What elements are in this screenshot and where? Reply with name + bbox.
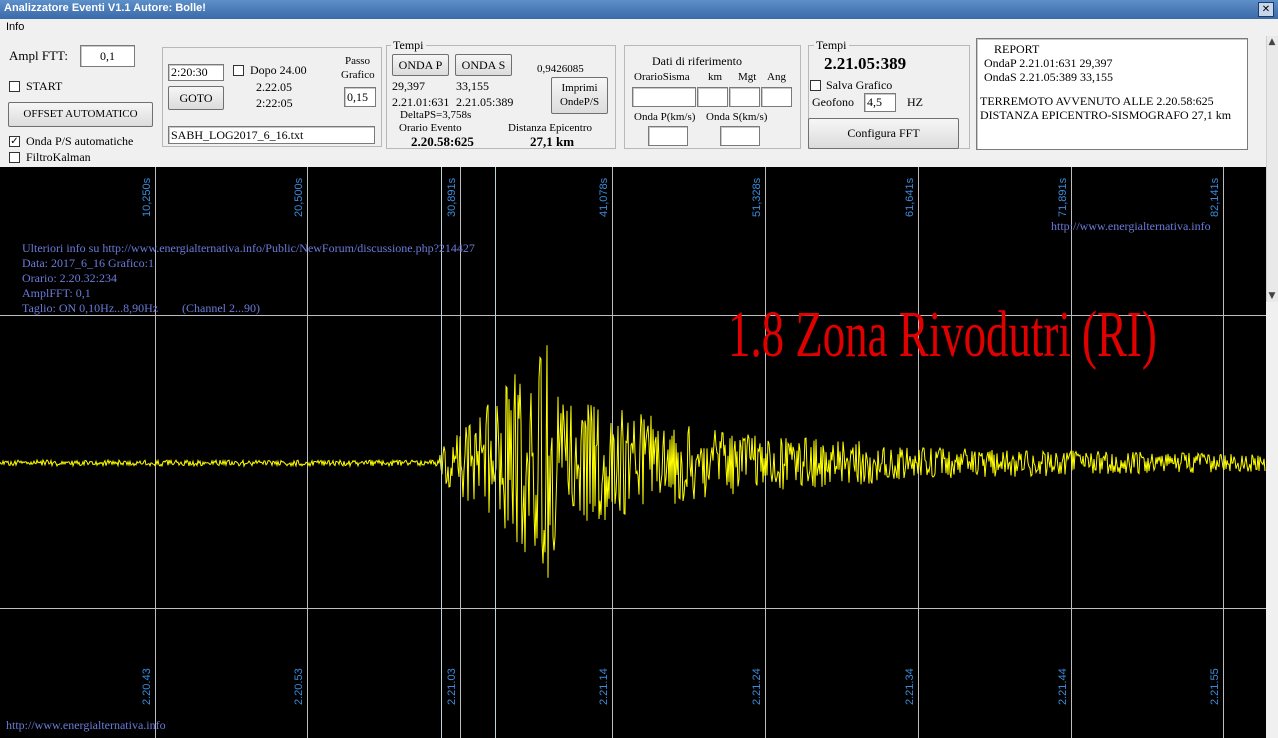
top-tick-3: 41,078s (598, 177, 610, 217)
tempi2-panel-title: Tempi (814, 38, 849, 53)
ang-input[interactable] (761, 87, 792, 107)
report-line-3: TERREMOTO AVVENUTO ALLE 2.20.58:625 (980, 94, 1214, 108)
goto-time-input[interactable]: 2:20:30 (168, 64, 224, 81)
window-title: Analizzatore Eventi V1.1 Autore: Bolle! (4, 2, 206, 14)
ampl-fft-label: Ampl FTT: (9, 48, 68, 63)
menu-item-info[interactable]: Info (6, 21, 24, 33)
plot-info-line-1: Ulteriori info su http://www.energialter… (22, 241, 475, 255)
goto-time-2: 2:22:05 (256, 96, 293, 110)
passo-grafico-input[interactable]: 0,15 (344, 87, 376, 107)
dopo-checkbox[interactable] (233, 65, 244, 76)
goto-button[interactable]: GOTO (168, 86, 224, 110)
bottom-tick-4: 2.21.24 (751, 668, 763, 705)
top-tick-7: 82,141s (1209, 177, 1221, 217)
filtro-kalman-checkbox[interactable] (9, 152, 20, 163)
plot-url-bottom[interactable]: http://www.energialternativa.info (6, 718, 166, 733)
close-button[interactable]: ✕ (1258, 2, 1274, 17)
onda-s-value: 33,155 (456, 79, 489, 93)
bottom-tick-1: 2.20.53 (293, 668, 305, 705)
onda-p-kms-input[interactable] (648, 126, 688, 146)
ampl-fft-input[interactable]: 0,1 (80, 45, 135, 67)
col-mgt: Mgt (738, 71, 757, 83)
tempi-panel-title: Tempi (391, 38, 426, 53)
ratio-value: 0,9426085 (537, 63, 584, 75)
onda-s-button[interactable]: ONDA S (455, 54, 512, 76)
goto-time-1: 2.22.05 (256, 80, 292, 94)
control-panel: Ampl FTT: 0,1 START OFFSET AUTOMATICO ✓ … (0, 36, 1258, 166)
imprimi-onde-button[interactable]: Imprimi OndeP/S (551, 77, 608, 114)
orario-evento-value: 2.20.58:625 (411, 134, 474, 149)
onda-s-kms-input[interactable] (720, 126, 760, 146)
bottom-tick-0: 2.20.43 (141, 668, 153, 705)
plot-info-line-5: Taglio: ON 0,10Hz...8,90Hz (22, 301, 159, 315)
top-tick-4: 51,328s (751, 177, 763, 217)
scroll-up-icon[interactable]: ▲ (1266, 36, 1278, 48)
bottom-tick-2: 2.21.03 (446, 668, 458, 705)
menu-bar: Info (0, 19, 1278, 36)
bottom-tick-5: 2.21.34 (904, 668, 916, 705)
filtro-kalman-label: FiltroKalman (26, 150, 91, 164)
start-checkbox[interactable] (9, 81, 20, 92)
top-tick-2: 30,891s (446, 177, 458, 217)
title-bar: Analizzatore Eventi V1.1 Autore: Bolle! … (0, 0, 1278, 19)
distanza-epicentro-value: 27,1 km (530, 134, 575, 149)
km-input[interactable] (697, 87, 728, 107)
passo-label-2: Grafico (341, 69, 375, 81)
tempi2-value: 2.21.05:389 (824, 54, 907, 73)
scroll-down-icon[interactable]: ▼ (1266, 290, 1278, 302)
report-title: REPORT (994, 42, 1040, 56)
report-line-4: DISTANZA EPICENTRO-SISMOGRAFO 27,1 km (980, 108, 1232, 122)
orario-sisma-input[interactable] (632, 87, 696, 107)
delta-ps: DeltaPS=3,758s (400, 109, 472, 121)
top-tick-6: 71,891s (1057, 177, 1069, 217)
col-ang: Ang (767, 71, 786, 83)
salva-grafico-label: Salva Grafico (826, 78, 893, 92)
riferimento-title: Dati di riferimento (652, 54, 742, 68)
onda-p-value: 29,397 (392, 79, 425, 93)
start-label: START (26, 79, 63, 93)
plot-info-channel: (Channel 2...90) (182, 301, 260, 315)
imprimi-label-1: Imprimi (561, 82, 598, 94)
report-line-1: OndaP 2.21.01:631 29,397 (984, 56, 1113, 70)
onde-automatiche-checkbox[interactable]: ✓ (9, 136, 20, 147)
passo-label-1: Passo (345, 55, 371, 67)
vertical-scrollbar[interactable] (1266, 36, 1278, 302)
report-line-2: OndaS 2.21.05:389 33,155 (984, 70, 1113, 84)
onde-automatiche-label: Onda P/S automatiche (26, 134, 134, 148)
log-file-input[interactable]: SABH_LOG2017_6_16.txt (168, 126, 375, 144)
offset-automatico-button[interactable]: OFFSET AUTOMATICO (8, 102, 153, 127)
bottom-tick-3: 2.21.14 (598, 668, 610, 705)
event-label: 1.8 Zona Rivodutri (RI) (728, 298, 1157, 371)
configura-fft-button[interactable]: Configura FFT (808, 118, 959, 149)
onda-s-kms-label: Onda S(km/s) (706, 111, 768, 123)
mgt-input[interactable] (729, 87, 760, 107)
top-tick-1: 20,500s (293, 177, 305, 217)
dopo-label: Dopo 24.00 (250, 63, 307, 77)
seismic-trace (0, 345, 1266, 578)
distanza-epicentro-label: Distanza Epicentro (508, 122, 592, 134)
plot-info-line-2: Data: 2017_6_16 Grafico:1 (22, 256, 154, 270)
bottom-tick-7: 2.21.55 (1209, 668, 1221, 705)
onda-p-kms-label: Onda P(km/s) (634, 111, 696, 123)
hz-label: HZ (907, 95, 923, 109)
top-tick-5: 61,641s (904, 177, 916, 217)
geofono-label: Geofono (812, 95, 854, 109)
seismograph-plot[interactable]: 10,250s 20,500s 30,891s 41,078s 51,328s 61,64… (0, 167, 1266, 738)
top-tick-0: 10,250s (141, 177, 153, 217)
geofono-input[interactable]: 4,5 (864, 93, 896, 112)
salva-grafico-checkbox[interactable] (810, 80, 821, 91)
col-km: km (708, 71, 723, 83)
plot-url-top[interactable]: http://www.energialternativa.info (1051, 219, 1211, 234)
plot-info-line-4: AmplFFT: 0,1 (22, 286, 91, 300)
report-box[interactable]: REPORT OndaP 2.21.01:631 29,397 OndaS 2.… (976, 38, 1248, 150)
col-orario-sisma: OrarioSisma (634, 71, 690, 83)
orario-evento-label: Orario Evento (399, 122, 462, 134)
onda-p-button[interactable]: ONDA P (392, 54, 449, 76)
bottom-tick-6: 2.21.44 (1057, 668, 1069, 705)
onda-s-time: 2.21.05:389 (456, 95, 514, 109)
onda-p-time: 2.21.01:631 (392, 95, 450, 109)
plot-info-line-3: Orario: 2.20.32:234 (22, 271, 117, 285)
imprimi-label-2: OndeP/S (559, 96, 600, 108)
